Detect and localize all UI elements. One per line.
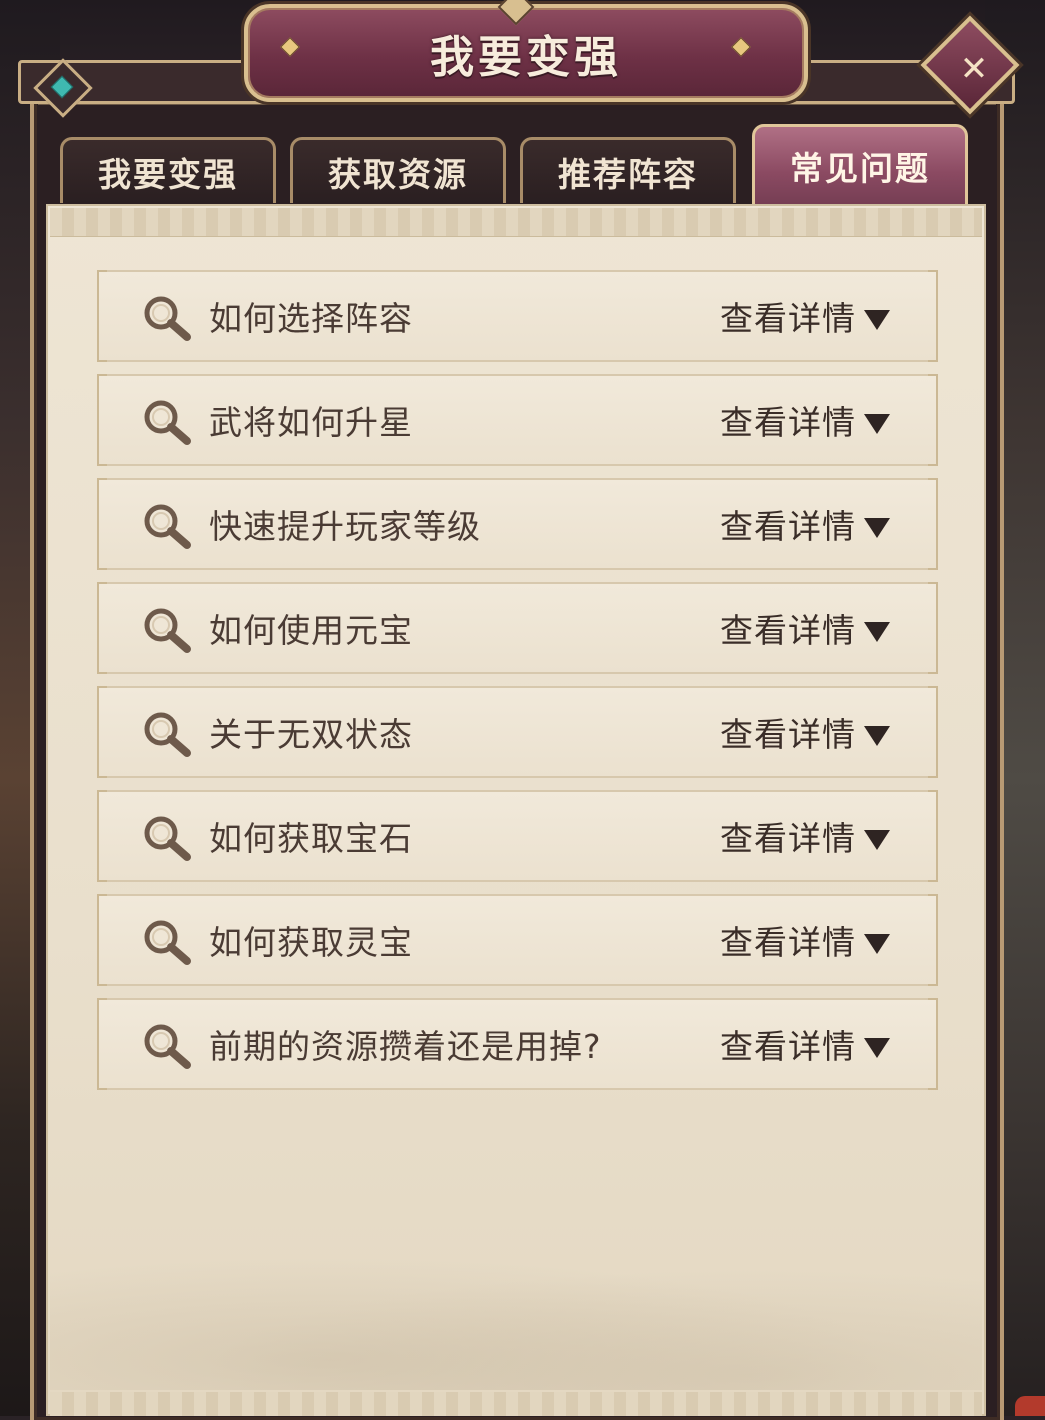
expand-arrow-icon[interactable]: [864, 934, 890, 954]
tab-recommended-lineup[interactable]: 推荐阵容: [520, 137, 736, 203]
faq-item[interactable]: 前期的资源攒着还是用掉? 查看详情: [97, 998, 938, 1090]
faq-item[interactable]: 如何获取宝石 查看详情: [97, 790, 938, 882]
faq-item[interactable]: 如何选择阵容 查看详情: [97, 270, 938, 362]
faq-item[interactable]: 如何获取灵宝 查看详情: [97, 894, 938, 986]
magnifier-icon: [141, 710, 193, 758]
expand-arrow-icon[interactable]: [864, 414, 890, 434]
magnifier-icon: [141, 1022, 193, 1070]
magnifier-icon: [141, 814, 193, 862]
expand-arrow-icon[interactable]: [864, 622, 890, 642]
tab-get-resources[interactable]: 获取资源: [290, 137, 506, 203]
expand-arrow-icon[interactable]: [864, 518, 890, 538]
window-title: 我要变强: [430, 32, 622, 83]
faq-item[interactable]: 武将如何升星 查看详情: [97, 374, 938, 466]
notification-badge: [1015, 1396, 1045, 1416]
view-details-link[interactable]: 查看详情: [720, 688, 856, 776]
tab-label: 获取资源: [328, 154, 468, 194]
title-plaque: 我要变强: [244, 4, 808, 102]
expand-arrow-icon[interactable]: [864, 1038, 890, 1058]
faq-question: 快速提升玩家等级: [209, 507, 481, 546]
faq-question: 如何获取灵宝: [209, 923, 413, 962]
tab-faq[interactable]: 常见问题: [752, 124, 968, 204]
faq-item[interactable]: 如何使用元宝 查看详情: [97, 582, 938, 674]
expand-arrow-icon[interactable]: [864, 310, 890, 330]
tab-become-stronger[interactable]: 我要变强: [60, 137, 276, 203]
tab-label: 常见问题: [790, 148, 930, 188]
expand-arrow-icon[interactable]: [864, 830, 890, 850]
magnifier-icon: [141, 502, 193, 550]
faq-item[interactable]: 快速提升玩家等级 查看详情: [97, 478, 938, 570]
magnifier-icon: [141, 294, 193, 342]
panel-bottom-border: [50, 1392, 982, 1416]
faq-question: 武将如何升星: [209, 403, 413, 442]
tab-label: 推荐阵容: [558, 154, 698, 194]
view-details-link[interactable]: 查看详情: [720, 376, 856, 464]
magnifier-icon: [141, 606, 193, 654]
faq-question: 如何使用元宝: [209, 611, 413, 650]
faq-question: 如何获取宝石: [209, 819, 413, 858]
faq-item[interactable]: 关于无双状态 查看详情: [97, 686, 938, 778]
faq-question: 关于无双状态: [209, 715, 413, 754]
mist-decoration: [50, 1240, 982, 1390]
panel-top-border: [50, 208, 982, 237]
view-details-link[interactable]: 查看详情: [720, 272, 856, 360]
view-details-link[interactable]: 查看详情: [720, 792, 856, 880]
tab-label: 我要变强: [98, 154, 238, 194]
view-details-link[interactable]: 查看详情: [720, 896, 856, 984]
faq-question: 前期的资源攒着还是用掉?: [209, 1027, 602, 1066]
view-details-link[interactable]: 查看详情: [720, 584, 856, 672]
view-details-link[interactable]: 查看详情: [720, 480, 856, 568]
faq-question: 如何选择阵容: [209, 299, 413, 338]
expand-arrow-icon[interactable]: [864, 726, 890, 746]
view-details-link[interactable]: 查看详情: [720, 1000, 856, 1088]
magnifier-icon: [141, 398, 193, 446]
magnifier-icon: [141, 918, 193, 966]
